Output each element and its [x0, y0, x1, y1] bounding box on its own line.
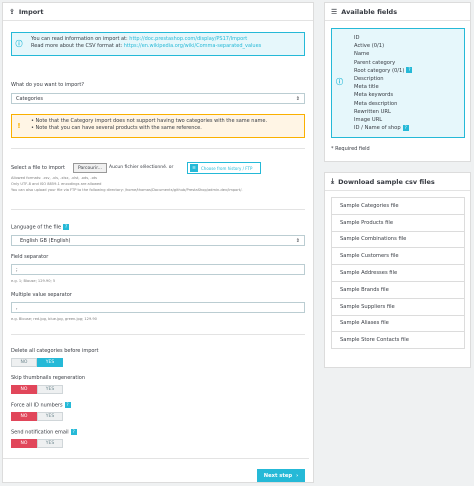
skip-thumbs-no-option[interactable]: NO	[11, 385, 37, 394]
delete-no-option[interactable]: NO	[11, 358, 37, 367]
option-label-notify: Send notification email?	[11, 429, 77, 436]
field-item: Image URL	[354, 117, 383, 124]
notify-toggle[interactable]: NO YES	[11, 439, 63, 448]
sample-file-link[interactable]: Sample Aliases file	[331, 314, 465, 333]
list-icon: ☰	[331, 7, 338, 16]
notify-yes-option[interactable]: YES	[37, 439, 63, 448]
warning-alert: ! • Note that the Category import does n…	[11, 114, 305, 138]
footer-divider	[3, 458, 309, 459]
delete-yes-option[interactable]: YES	[37, 358, 63, 367]
info-line2: Read more about the CSV format at:	[31, 43, 123, 49]
fields-panel-header: ☰ Available fields	[325, 3, 470, 21]
divider	[11, 148, 305, 149]
force-ids-no-option[interactable]: NO	[11, 412, 37, 421]
sample-file-link[interactable]: Sample Categories file	[331, 197, 465, 215]
next-step-label: Next step	[263, 472, 293, 479]
sample-file-link[interactable]: Sample Brands file	[331, 280, 465, 299]
delete-toggle[interactable]: NO YES	[11, 358, 63, 367]
option-label-delete: Delete all categories before import	[11, 348, 99, 354]
next-step-button[interactable]: Next step ›	[257, 469, 305, 482]
divider	[11, 334, 305, 335]
sample-file-link[interactable]: Sample Customers file	[331, 247, 465, 266]
field-item: Name	[354, 51, 370, 58]
field-separator-input[interactable]: ;	[11, 264, 305, 275]
field-item: Description	[354, 76, 384, 83]
import-panel: ⇪ Import ⓘ You can read information on i…	[2, 2, 314, 483]
field-item: Meta title	[354, 84, 379, 91]
warning-1: • Note that the Category import does not…	[31, 118, 268, 124]
skip-thumbs-toggle[interactable]: NO YES	[11, 385, 63, 394]
sample-list: Sample Categories file Sample Products fi…	[331, 197, 465, 350]
help-icon[interactable]: ?	[70, 429, 77, 435]
samples-panel-header: ⤓ Download sample csv files	[325, 173, 470, 191]
choose-history-button[interactable]: ≡ Choose from history / FTP	[187, 162, 261, 174]
choose-history-label: Choose from history / FTP	[201, 165, 253, 171]
sample-file-link[interactable]: Sample Addresses file	[331, 264, 465, 282]
upload-icon: ⇪	[9, 7, 15, 16]
no-file-text: Aucun fichier sélectionné. or	[109, 165, 174, 170]
field-item: ID	[354, 35, 360, 41]
sample-file-link[interactable]: Sample Store Contacts file	[331, 331, 465, 350]
field-item: Root category (0/1)?	[354, 67, 413, 74]
sample-file-link[interactable]: Sample Products file	[331, 213, 465, 232]
fields-box: ⓘ ID Active (0/1) Name Parent category Root …	[331, 28, 465, 138]
info-line1: You can read information on import at:	[31, 36, 128, 42]
hint-formats: Allowed formats: .csv, .xls, .xlsx, .xls…	[11, 176, 98, 180]
available-fields-panel: ☰ Available fields ⓘ ID Active (0/1) Name P…	[324, 2, 471, 162]
field-item: ID / Name of shop?	[354, 124, 409, 132]
field-item: Meta description	[354, 100, 398, 107]
option-label-skip-thumbs: Skip thumbnails regeneration	[11, 375, 85, 381]
divider	[11, 209, 305, 210]
download-icon: ⤓	[331, 177, 335, 185]
multi-separator-input[interactable]: ,	[11, 302, 305, 313]
required-note: * Required field	[331, 146, 370, 152]
browse-button[interactable]: Parcourir...	[73, 163, 107, 173]
hint-encoding: Only UTF-8 and ISO 8859-1 encodings are …	[11, 182, 102, 186]
import-type-label: What do you want to import?	[11, 82, 84, 88]
help-icon[interactable]: ?	[63, 224, 70, 230]
field-item: Meta keywords	[354, 92, 394, 99]
sample-file-link[interactable]: Sample Combinations file	[331, 230, 465, 249]
language-value: English GB (English)	[20, 237, 71, 244]
chevron-right-icon: ›	[296, 472, 299, 479]
field-item: Active (0/1)	[354, 43, 385, 50]
list-icon: ≡	[190, 164, 198, 172]
sample-file-link[interactable]: Sample Suppliers file	[331, 297, 465, 316]
fields-title: Available fields	[341, 7, 398, 16]
info-icon: ⓘ	[15, 40, 23, 48]
warning-2: • Note that you can have several product…	[31, 125, 202, 131]
info-icon: ⓘ	[336, 78, 343, 86]
field-item: Rewritten URL	[354, 108, 391, 115]
help-icon[interactable]: ?	[402, 124, 409, 131]
chevron-down-icon: ⇕	[295, 95, 300, 102]
force-ids-toggle[interactable]: NO YES	[11, 412, 63, 421]
field-item: Parent category	[354, 59, 396, 66]
help-icon[interactable]: ?	[64, 402, 71, 408]
language-label: Language of the file?	[11, 224, 70, 231]
info-alert: ⓘ You can read information on import at:…	[11, 32, 305, 56]
multi-separator-hint: e.g. Blouse; red.jpg, blue.jpg, green.jp…	[11, 317, 97, 321]
file-label: Select a file to import	[11, 165, 65, 171]
notify-no-option[interactable]: NO	[11, 439, 37, 448]
warning-icon: !	[17, 122, 21, 130]
samples-title: Download sample csv files	[338, 177, 435, 186]
csv-wiki-link[interactable]: https://en.wikipedia.org/wiki/Comma-sepa…	[124, 43, 262, 49]
skip-thumbs-yes-option[interactable]: YES	[37, 385, 63, 394]
language-select[interactable]: English GB (English) ⇕	[11, 235, 305, 246]
help-icon[interactable]: ?	[406, 67, 413, 74]
hint-ftp: You can also upload your file via FTP to…	[11, 188, 243, 192]
import-panel-header: ⇪ Import	[3, 3, 313, 21]
doc-link[interactable]: http://doc.prestashop.com/display/PS17/I…	[129, 36, 247, 42]
multi-separator-label: Multiple value separator	[11, 292, 72, 298]
option-label-force-ids: Force all ID numbers?	[11, 402, 71, 409]
field-separator-label: Field separator	[11, 254, 49, 260]
import-type-select[interactable]: Categories ⇕	[11, 93, 305, 104]
sample-files-panel: ⤓ Download sample csv files Sample Categ…	[324, 172, 471, 368]
chevron-down-icon: ⇕	[295, 237, 300, 244]
fields-list: ID Active (0/1) Name Parent category Root ca…	[354, 34, 413, 132]
import-title: Import	[18, 7, 44, 16]
field-separator-hint: e.g. 1; Blouse; 129.90; 5	[11, 279, 56, 283]
import-type-value: Categories	[16, 95, 43, 102]
force-ids-yes-option[interactable]: YES	[37, 412, 63, 421]
